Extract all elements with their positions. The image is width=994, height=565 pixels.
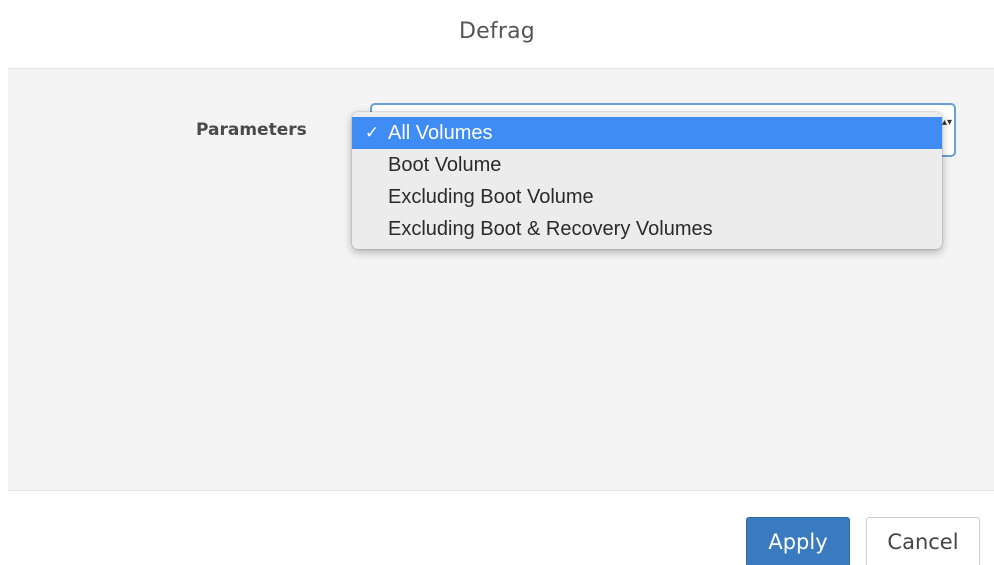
dialog-title: Defrag [459,18,535,44]
menu-item-excluding-boot-recovery-volumes[interactable]: Excluding Boot & Recovery Volumes [352,213,942,245]
defrag-dialog: Defrag Parameters ▴▾ ✓ All Volumes Boot … [0,0,994,565]
checkmark-icon: ✓ [364,123,380,142]
cancel-button[interactable]: Cancel [866,517,980,565]
menu-item-label: Excluding Boot & Recovery Volumes [388,218,713,240]
updown-arrows-icon: ▴▾ [942,117,953,128]
parameters-dropdown-menu: ✓ All Volumes Boot Volume Excluding Boot… [352,112,942,249]
menu-item-excluding-boot-volume[interactable]: Excluding Boot Volume [352,181,942,213]
dialog-body: Parameters ▴▾ ✓ All Volumes Boot Volume … [8,68,994,491]
parameters-label: Parameters [196,120,307,140]
menu-item-label: Boot Volume [388,154,502,176]
menu-item-label: Excluding Boot Volume [388,186,594,208]
apply-button[interactable]: Apply [746,517,850,565]
menu-item-boot-volume[interactable]: Boot Volume [352,149,942,181]
dialog-footer: Apply Cancel [0,491,994,565]
dialog-header: Defrag [0,0,994,68]
menu-item-all-volumes[interactable]: ✓ All Volumes [352,117,942,149]
menu-item-label: All Volumes [388,122,493,144]
